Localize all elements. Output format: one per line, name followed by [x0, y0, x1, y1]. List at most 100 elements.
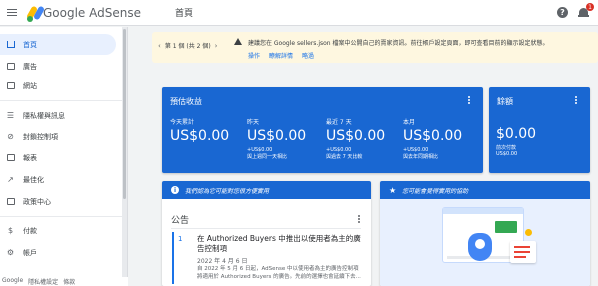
announcements-header-text: 我們認為它可能對您很方便實用: [185, 187, 270, 195]
sidebar-item-label: 政策中心: [23, 197, 51, 206]
help-card-header: ★ 您可能會覺得實用的協助: [380, 181, 590, 199]
sidebar-item-label: 最佳化: [23, 175, 44, 184]
chart-card-illustration: [510, 241, 536, 263]
sellers-json-notice: ‹ 第 1 個 (共 2 個) › 建議您在 Google sellers.js…: [152, 32, 598, 63]
announcements-card-header: i 我們認為它可能對您很方便實用: [162, 181, 371, 199]
sidebar-item-privacy[interactable]: ☰ 隱私權與訊息: [0, 105, 116, 126]
home-icon: [6, 40, 15, 49]
chevron-left-icon[interactable]: ‹: [158, 42, 161, 50]
notice-dismiss-link[interactable]: 略過: [302, 51, 314, 60]
sidebar-item-payments[interactable]: $ 付款: [0, 220, 116, 241]
sidebar-item-policy[interactable]: 政策中心: [0, 191, 116, 212]
earnings-value: US$0.00: [170, 128, 230, 144]
sidebar-item-label: 付款: [23, 226, 37, 235]
last-payment-label: 前次付款: [496, 145, 517, 151]
divider: [171, 228, 361, 229]
sidebar-scrollbar[interactable]: [122, 27, 127, 286]
sidebar: 首頁 廣告 網站 ☰ 隱私權與訊息 ⊘ 封鎖控制項 報表 ↗ 最佳化 政策中心 …: [0, 27, 128, 286]
brand-name: Google AdSense: [43, 5, 141, 20]
sidebar-divider: [0, 100, 123, 101]
earnings-value: US$0.00: [247, 128, 307, 144]
earnings-value: US$0.00: [326, 128, 386, 144]
sidebar-item-label: 帳戶: [23, 248, 37, 257]
help-illustration: [380, 199, 590, 286]
star-icon: ★: [389, 185, 397, 195]
info-icon: i: [171, 186, 179, 194]
footer-privacy-link[interactable]: 隱私權設定: [28, 277, 58, 286]
block-icon: ⊘: [7, 132, 14, 141]
balance-value-block: $0.00 前次付款 US$0.00: [496, 124, 536, 157]
sites-icon: [6, 81, 15, 90]
announcement-headline[interactable]: 在 Authorized Buyers 中推出以使用者為主的廣告控制項: [197, 234, 362, 254]
sidebar-divider: [0, 216, 123, 217]
dot-decoration: [525, 229, 532, 236]
more-vert-icon[interactable]: [575, 96, 578, 105]
earnings-comparison: 與過去 7 天比較: [326, 154, 363, 160]
earnings-today: 今天累計 US$0.00: [170, 117, 229, 144]
help-card: ★ 您可能會覺得實用的協助: [380, 181, 590, 286]
more-vert-icon[interactable]: [468, 96, 471, 105]
notification-count-badge: 1: [586, 3, 594, 11]
account-icon: ⚙: [6, 248, 15, 257]
footer-terms-link[interactable]: 條款: [63, 277, 75, 286]
last-payment-value: US$0.00: [496, 151, 518, 157]
sidebar-item-label: 首頁: [23, 40, 37, 49]
sidebar-item-label: 隱私權與訊息: [23, 111, 65, 120]
earnings-last-7-days: 最近 7 天 US$0.00 +US$0.00 與過去 7 天比較: [326, 117, 385, 160]
shield-icon: [468, 233, 492, 261]
sidebar-item-blocking[interactable]: ⊘ 封鎖控制項: [0, 126, 116, 147]
ads-icon: [6, 62, 15, 71]
announcement-body: 自 2022 年 5 月 6 日起，AdSense 中以使用者為主的廣告控制項將…: [197, 266, 361, 280]
help-icon[interactable]: ?: [557, 7, 568, 18]
earnings-label: 本月: [403, 119, 416, 126]
page-title: 首頁: [175, 9, 194, 19]
menu-icon[interactable]: [0, 0, 24, 26]
earnings-yesterday: 昨天 US$0.00 +US$0.00 與上週同一天相比: [247, 117, 306, 160]
earnings-label: 最近 7 天: [326, 119, 352, 126]
policy-icon: [6, 197, 15, 206]
announcement-date: 2022 年 4 月 6 日: [197, 258, 248, 265]
chevron-right-icon[interactable]: ›: [215, 42, 218, 50]
sidebar-item-label: 廣告: [23, 62, 37, 71]
top-app-bar: Google AdSense 首頁 ? 1: [0, 0, 598, 26]
footer-google-link[interactable]: Google: [2, 277, 23, 286]
payments-icon: $: [7, 226, 14, 235]
sidebar-item-label: 網站: [23, 81, 37, 90]
more-vert-icon[interactable]: [358, 215, 361, 224]
earnings-comparison: 與上週同一天相比: [247, 154, 288, 160]
notice-message: 建議您在 Google sellers.json 檔案中公開自己的賣家資訊。前往…: [248, 40, 549, 47]
sidebar-item-account[interactable]: ⚙ 帳戶: [0, 242, 116, 263]
sidebar-item-home[interactable]: 首頁: [0, 34, 116, 55]
reports-icon: [6, 153, 15, 162]
notice-pager-text: 第 1 個 (共 2 個): [164, 43, 211, 50]
adsense-logo-icon: [25, 4, 46, 22]
estimated-earnings-card: 預估收益 今天累計 US$0.00 昨天 US$0.00 +US$0.00 與上…: [162, 87, 483, 173]
notifications-bell-icon[interactable]: 1: [578, 3, 594, 19]
earnings-label: 昨天: [247, 119, 260, 126]
card-title: 餘額: [497, 97, 513, 106]
privacy-icon: ☰: [6, 111, 15, 120]
earnings-comparison: 與去年同期相比: [403, 154, 439, 160]
adsense-logo[interactable]: Google AdSense: [24, 4, 141, 22]
help-header-text: 您可能會覺得實用的協助: [402, 187, 469, 195]
sidebar-footer: Google 隱私權設定 條款: [0, 277, 128, 286]
sidebar-item-label: 報表: [23, 153, 37, 162]
sidebar-item-label: 封鎖控制項: [23, 132, 58, 141]
earnings-label: 今天累計: [170, 119, 195, 126]
sidebar-item-optimize[interactable]: ↗ 最佳化: [0, 169, 116, 190]
sidebar-item-reports[interactable]: 報表: [0, 147, 116, 168]
sidebar-item-ads[interactable]: 廣告: [0, 56, 116, 77]
notice-pager: ‹ 第 1 個 (共 2 個) ›: [158, 41, 218, 51]
announcement-accent-bar: [172, 232, 174, 284]
sidebar-item-sites[interactable]: 網站: [0, 75, 116, 96]
announcements-card: i 我們認為它可能對您很方便實用 公告 1 在 Authorized Buyer…: [162, 181, 371, 286]
balance-value: $0.00: [496, 126, 537, 142]
announcement-index: 1: [178, 235, 183, 243]
card-title: 預估收益: [170, 97, 202, 106]
earnings-this-month: 本月 US$0.00 +US$0.00 與去年同期相比: [403, 117, 462, 160]
notice-action-link[interactable]: 操作: [248, 51, 260, 60]
notice-learn-more-link[interactable]: 瞭解詳情: [269, 51, 293, 60]
announcements-title: 公告: [171, 216, 190, 226]
balance-card: 餘額 $0.00 前次付款 US$0.00: [489, 87, 590, 173]
warning-icon: [234, 38, 242, 45]
